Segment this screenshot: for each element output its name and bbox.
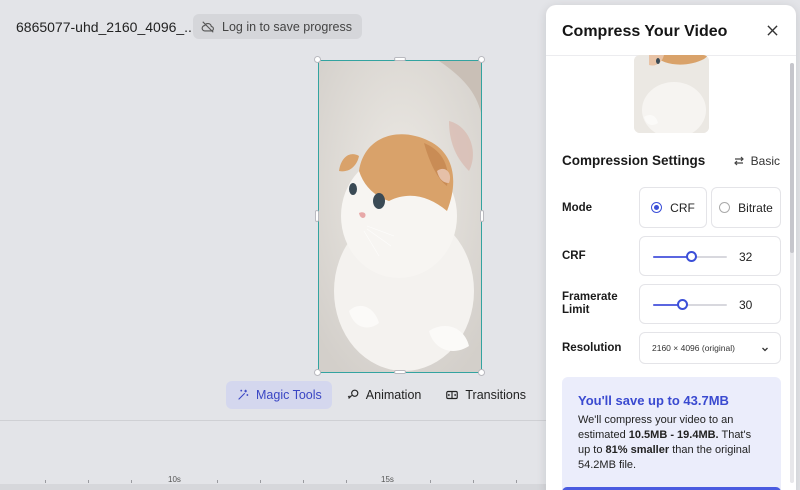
timeline-tick [516, 480, 517, 483]
timeline-tick [45, 480, 46, 483]
savings-description: We'll compress your video to an estimate… [578, 413, 765, 473]
compress-panel: Compress Your Video Compression Settings… [546, 5, 796, 490]
magic-tools-label: Magic Tools [256, 388, 322, 402]
mode-option-crf-label: CRF [670, 200, 695, 215]
chevron-down-icon [762, 347, 768, 352]
animation-button[interactable]: Animation [336, 381, 432, 409]
transitions-icon [446, 390, 459, 400]
timeline-label-10s: 10s [168, 475, 181, 484]
resize-handle-left[interactable] [315, 210, 319, 222]
cat-thumbnail [634, 55, 709, 133]
resize-handle-tl[interactable] [314, 56, 321, 63]
close-icon [766, 24, 778, 36]
resolution-value: 2160 × 4096 (original) [652, 343, 735, 353]
transitions-button[interactable]: Transitions [435, 381, 536, 409]
timeline-track[interactable] [0, 484, 560, 490]
timeline-tick [346, 480, 347, 483]
basic-mode-toggle[interactable]: Basic [733, 154, 780, 168]
framerate-slider-box: 30 [639, 284, 781, 324]
resolution-label: Resolution [562, 342, 622, 354]
framerate-limit-label: Framerate Limit [562, 291, 618, 316]
framerate-slider-knob[interactable] [677, 299, 689, 310]
radio-selected-icon [651, 202, 663, 213]
crf-slider-knob[interactable] [685, 251, 697, 262]
login-to-save-button[interactable]: Log in to save progress [193, 14, 362, 39]
savings-percent: 81% smaller [605, 444, 670, 456]
timeline-tick [303, 480, 304, 483]
timeline-tick [260, 480, 261, 483]
timeline-tick [217, 480, 218, 483]
cat-video-frame [319, 61, 481, 372]
mode-option-bitrate[interactable]: Bitrate [711, 187, 781, 228]
savings-range: 10.5MB - 19.4MB. [628, 429, 719, 441]
resize-handle-top[interactable] [394, 57, 406, 61]
resize-handle-right[interactable] [480, 210, 484, 222]
crf-label: CRF [562, 250, 586, 262]
resize-handle-br[interactable] [478, 369, 485, 376]
timeline-tick [473, 480, 474, 483]
panel-scrollbar-thumb[interactable] [790, 63, 794, 253]
mode-option-bitrate-label: Bitrate [738, 200, 773, 215]
close-button[interactable] [764, 22, 780, 38]
timeline-tick [131, 480, 132, 483]
transitions-label: Transitions [465, 388, 527, 402]
timeline-tick [430, 480, 431, 483]
mode-label: Mode [562, 202, 593, 214]
magic-tools-button[interactable]: Magic Tools [226, 381, 332, 409]
timeline-tick [88, 480, 89, 483]
resize-handle-bottom[interactable] [394, 370, 406, 374]
animation-icon [347, 389, 359, 399]
resize-handle-bl[interactable] [314, 369, 321, 376]
animation-label: Animation [365, 388, 422, 402]
editor-toolbar: Magic Tools Animation Transitions [222, 378, 575, 412]
video-preview[interactable] [318, 60, 482, 373]
savings-card: You'll save up to 43.7MB We'll compress … [562, 377, 781, 490]
crf-slider-box: 32 [639, 236, 781, 276]
sparkle-icon [238, 389, 249, 400]
framerate-value: 30 [739, 298, 753, 312]
mode-option-crf[interactable]: CRF [639, 187, 707, 228]
timeline-label-15s: 15s [381, 475, 394, 484]
cloud-off-icon [201, 20, 214, 33]
radio-unselected-icon [719, 202, 731, 213]
login-label: Log in to save progress [222, 19, 352, 34]
resolution-select[interactable]: 2160 × 4096 (original) [639, 332, 781, 364]
timeline[interactable]: 10s 15s [0, 420, 560, 490]
resize-handle-tr[interactable] [478, 56, 485, 63]
basic-label: Basic [750, 154, 780, 168]
savings-title: You'll save up to 43.7MB [578, 393, 729, 408]
video-filename: 6865077-uhd_2160_4096_... [16, 19, 196, 35]
video-thumbnail [634, 55, 709, 133]
swap-icon [733, 156, 744, 166]
compression-settings-title: Compression Settings [562, 153, 706, 168]
panel-title: Compress Your Video [562, 23, 728, 40]
crf-value: 32 [739, 250, 753, 264]
